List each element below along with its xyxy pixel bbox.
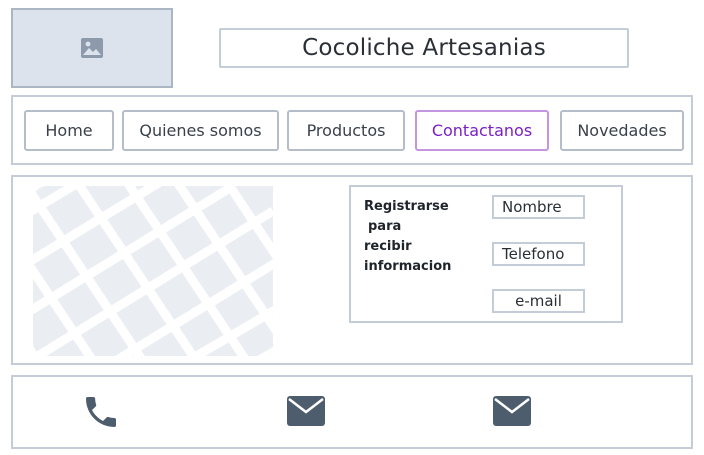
form-label-line: para (368, 219, 402, 234)
email-field[interactable]: e-mail (492, 289, 585, 313)
contact-section: Registrarse para recibir informacion Nom… (11, 175, 693, 365)
site-title-box: Cocoliche Artesanias (219, 28, 629, 68)
nav-home-button[interactable]: Home (24, 110, 114, 151)
nav-quienes-somos-button[interactable]: Quienes somos (122, 110, 279, 151)
map-placeholder[interactable] (33, 186, 273, 356)
phone-field[interactable]: Telefono (492, 242, 585, 266)
form-label-line: Registrarse (364, 199, 449, 214)
form-instructions: Registrarse para recibir informacion (364, 197, 474, 277)
nav-quienes-somos-label: Quienes somos (139, 121, 262, 140)
footer-contact-bar (11, 375, 693, 449)
nav-productos-button[interactable]: Productos (287, 110, 405, 151)
nav-novedades-label: Novedades (577, 121, 667, 140)
form-label-line: recibir (364, 239, 412, 254)
phone-icon[interactable] (81, 392, 121, 432)
nav-bar: Home Quienes somos Productos Contactanos… (11, 95, 693, 165)
nav-contactanos-label: Contactanos (431, 121, 533, 140)
name-field[interactable]: Nombre (492, 195, 585, 219)
logo-image-placeholder (11, 8, 173, 88)
nav-home-label: Home (45, 121, 93, 140)
nav-novedades-button[interactable]: Novedades (560, 110, 684, 151)
form-label-line: informacion (364, 259, 452, 274)
nav-contactanos-button[interactable]: Contactanos (415, 110, 549, 151)
envelope-icon[interactable] (287, 396, 325, 426)
image-placeholder-icon (81, 38, 103, 58)
registration-form: Registrarse para recibir informacion Nom… (349, 185, 623, 323)
site-title: Cocoliche Artesanias (302, 35, 546, 61)
nav-productos-label: Productos (306, 121, 386, 140)
envelope-icon[interactable] (493, 396, 531, 426)
